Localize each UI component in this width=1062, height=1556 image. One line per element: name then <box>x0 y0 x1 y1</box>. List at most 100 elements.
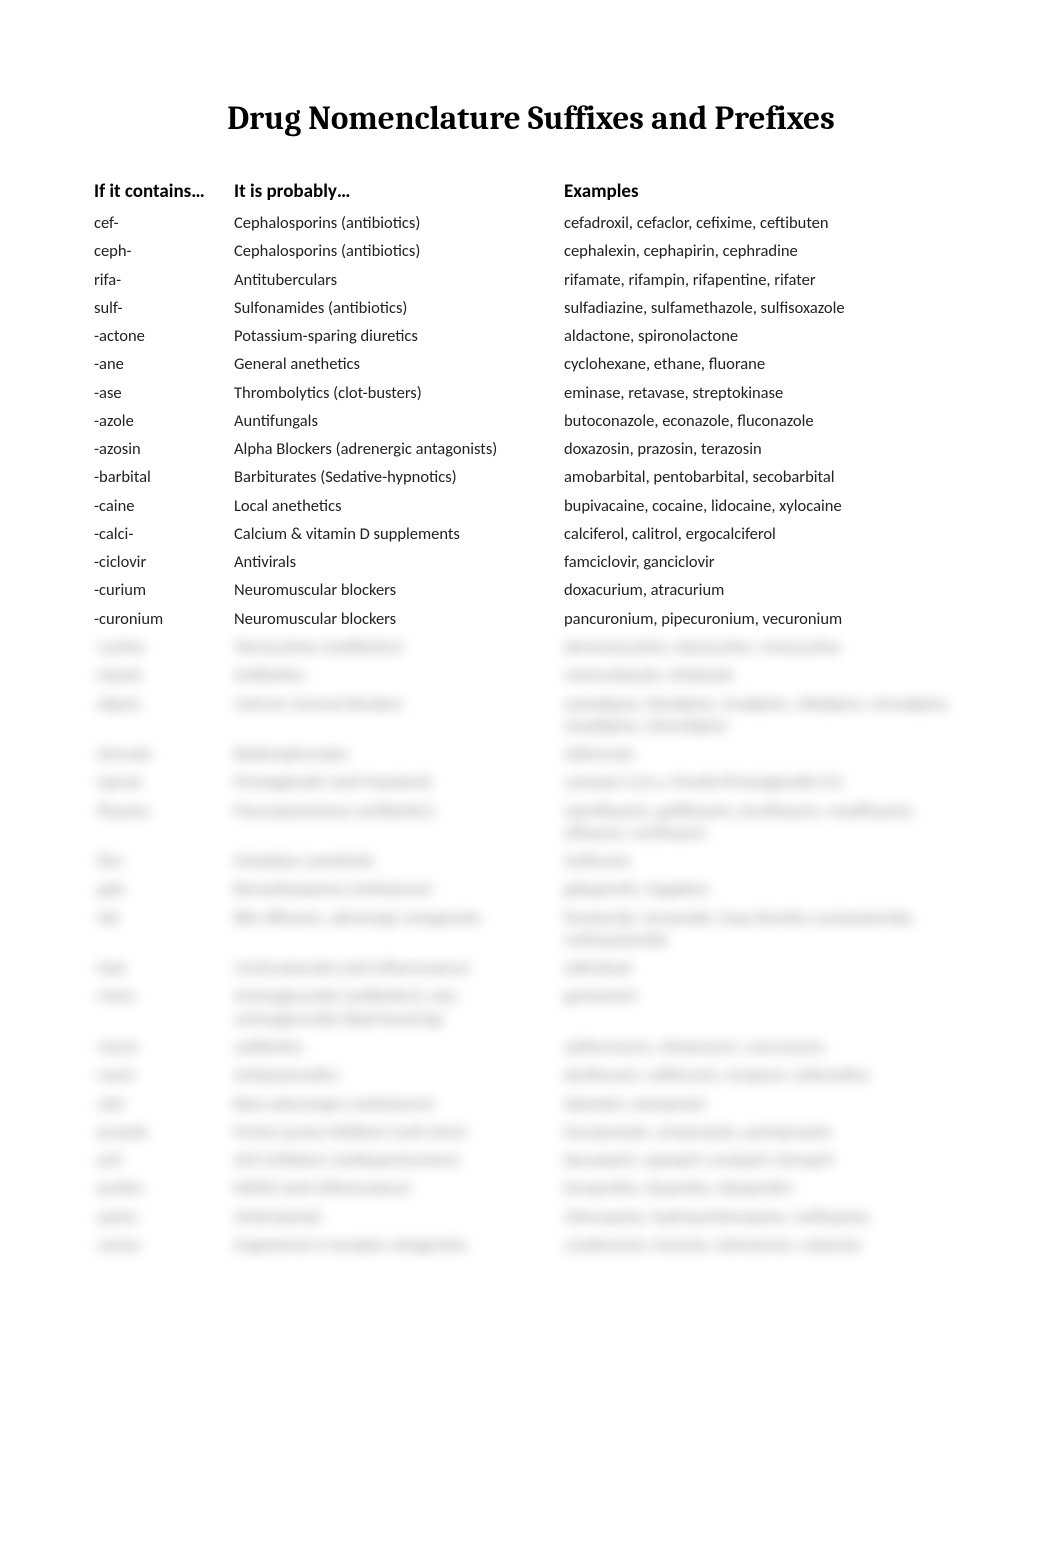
header-examples: Examples <box>560 176 972 209</box>
cell-contains: -sartan <box>90 1231 230 1259</box>
cell-examples: zafirlukast <box>560 954 972 982</box>
cell-contains: -pril <box>90 1146 230 1174</box>
cell-probably: Aminoglycoside (antibiotics); also amino… <box>230 982 560 1033</box>
table-row: -curoniumNeuromuscular blockerspancuroni… <box>90 605 972 633</box>
table-row: -cyclineTetracyclines (antibiotics)demec… <box>90 633 972 661</box>
cell-probably: Neuromuscular blockers <box>230 576 560 604</box>
cell-contains: -ciclovir <box>90 548 230 576</box>
cell-contains: -ilast <box>90 954 230 982</box>
table-row: -floxacinFluoroquinolones (antibiotics)c… <box>90 797 972 848</box>
cell-probably: Antibiotics <box>230 661 560 689</box>
cell-probably: Calcium & vitamin D supplements <box>230 520 560 548</box>
cell-examples: doxacurium, atracurium <box>560 576 972 604</box>
cell-probably: Tetracyclines (antibiotics) <box>230 633 560 661</box>
cell-examples: labetalol, metoprolol <box>560 1090 972 1118</box>
table-row: -ideBile effluents, adrenergic antagonis… <box>90 904 972 955</box>
cell-contains: -olol <box>90 1090 230 1118</box>
cell-probably: Corticosteroids (anti-inflammatory) <box>230 954 560 982</box>
cell-examples: azithromycin, clindamycin, vancomycin <box>560 1033 972 1061</box>
cell-examples: cyclohexane, ethane, fluorane <box>560 350 972 378</box>
cell-probably: Bisphosphonates <box>230 740 560 768</box>
table-row: -flur-Inhalation anestheticisoflurane <box>90 847 972 875</box>
header-contains: If it contains… <box>90 176 230 209</box>
cell-probably: Thrombolytics (clot-busters) <box>230 379 560 407</box>
cell-contains: -actone <box>90 322 230 350</box>
cell-examples: lansoprazole, omeprazole, pantoprazole <box>560 1118 972 1146</box>
cell-probably: Prostaglandin (anti-impotent) <box>230 768 560 796</box>
table-row: -sartanAngiotensin II receptor antagonis… <box>90 1231 972 1259</box>
cell-examples: gabapentin, tiagabine <box>560 875 972 903</box>
cell-probably: Auntifungals <box>230 407 560 435</box>
cell-examples: finasteride, terazoside, loop diuretics … <box>560 904 972 955</box>
cell-contains: -mycin <box>90 1033 230 1061</box>
cell-contains: -ide <box>90 904 230 955</box>
cell-contains: -micin <box>90 982 230 1033</box>
cell-examples: darifenacin, solifenacin, trospium, tolt… <box>560 1061 972 1089</box>
cell-examples: bupivacaine, cocaine, lidocaine, xylocai… <box>560 492 972 520</box>
cell-contains: -curonium <box>90 605 230 633</box>
cell-probably: Antispasmodics <box>230 1061 560 1089</box>
cell-probably: antibiotics <box>230 1033 560 1061</box>
cell-examples: sulfadiazine, sulfamethazole, sulfisoxaz… <box>560 294 972 322</box>
table-row: -dronateBisphosphonatesetidronate <box>90 740 972 768</box>
cell-examples: benazepril, captopril, enalapril, lisino… <box>560 1146 972 1174</box>
page-title: Drug Nomenclature Suffixes and Prefixes <box>90 100 972 138</box>
table-row: -gab-Benzodiazepines (antiseizure)gabape… <box>90 875 972 903</box>
table-row: -calci-Calcium & vitamin D supplementsca… <box>90 520 972 548</box>
table-row: -curiumNeuromuscular blockersdoxacurium,… <box>90 576 972 604</box>
cell-probably: Angiotensin II receptor antagonists <box>230 1231 560 1259</box>
cell-probably: Antivirals <box>230 548 560 576</box>
table-row: sulf-Sulfonamides (antibiotics)sulfadiaz… <box>90 294 972 322</box>
cell-probably: Sulfonamides (antibiotics) <box>230 294 560 322</box>
table-row: -aneGeneral anetheticscyclohexane, ethan… <box>90 350 972 378</box>
cell-contains: -barbital <box>90 463 230 491</box>
table-row: -aseThrombolytics (clot-busters)eminase,… <box>90 379 972 407</box>
cell-examples: chloroquine, hydroxychloroquine, mefloqu… <box>560 1203 972 1231</box>
cell-examples: pancuronium, pipecuronium, vecuronium <box>560 605 972 633</box>
header-probably: It is probably… <box>230 176 560 209</box>
cell-probably: Cephalosporins (antibiotics) <box>230 209 560 237</box>
table-row: -dazoleAntibioticsmetronidazole, tinidaz… <box>90 661 972 689</box>
table-row: -profenNSAID (anti-inflammatory)fenoprof… <box>90 1174 972 1202</box>
cell-examples: eminase, retavase, streptokinase <box>560 379 972 407</box>
cell-contains: -dipine <box>90 690 230 741</box>
cell-contains: -ane <box>90 350 230 378</box>
cell-contains: -caine <box>90 492 230 520</box>
cell-contains: -eprost <box>90 768 230 796</box>
cell-examples: calciferol, calitrol, ergocalciferol <box>560 520 972 548</box>
table-row: -eprostProstaglandin (anti-impotent)cave… <box>90 768 972 796</box>
cell-contains: -flur- <box>90 847 230 875</box>
table-row: ceph-Cephalosporins (antibiotics)cephale… <box>90 237 972 265</box>
cell-examples: famciclovir, ganciclovir <box>560 548 972 576</box>
table-row: -ilastCorticosteroids (anti-inflammatory… <box>90 954 972 982</box>
cell-contains: -dazole <box>90 661 230 689</box>
cell-contains: -nacin <box>90 1061 230 1089</box>
cell-contains: -calci- <box>90 520 230 548</box>
cell-examples: doxazosin, prazosin, terazosin <box>560 435 972 463</box>
table-row: -azosinAlpha Blockers (adrenergic antago… <box>90 435 972 463</box>
table-row: -ciclovirAntiviralsfamciclovir, ganciclo… <box>90 548 972 576</box>
cell-probably: Bile effluents, adrenergic antagonists <box>230 904 560 955</box>
table-row: rifa-Antitubercularsrifamate, rifampin, … <box>90 266 972 294</box>
cell-probably: ACE inhibitors (antihypertensives) <box>230 1146 560 1174</box>
table-row: -actonePotassium-sparing diureticsaldact… <box>90 322 972 350</box>
table-header-row: If it contains… It is probably… Examples <box>90 176 972 209</box>
table-row: -nacinAntispasmodicsdarifenacin, solifen… <box>90 1061 972 1089</box>
cell-contains: ceph- <box>90 237 230 265</box>
cell-probably: Alpha Blockers (adrenergic antagonists) <box>230 435 560 463</box>
cell-probably: Cephalosporins (antibiotics) <box>230 237 560 265</box>
cell-examples: fenoprofen, ibuprofen, ketoprofen <box>560 1174 972 1202</box>
table-row: cef-Cephalosporins (antibiotics)cefadrox… <box>90 209 972 237</box>
cell-probably: Potassium-sparing diuretics <box>230 322 560 350</box>
cell-examples: aldactone, spironolactone <box>560 322 972 350</box>
table-row: -caineLocal anetheticsbupivacaine, cocai… <box>90 492 972 520</box>
cell-contains: -cycline <box>90 633 230 661</box>
cell-contains: -curium <box>90 576 230 604</box>
cell-probably: Local anethetics <box>230 492 560 520</box>
cell-examples: rifamate, rifampin, rifapentine, rifater <box>560 266 972 294</box>
cell-examples: gentamicin <box>560 982 972 1033</box>
table-row: -mycinantibioticsazithromycin, clindamyc… <box>90 1033 972 1061</box>
cell-probably: Proton pump inhibitors (anti-ulcer) <box>230 1118 560 1146</box>
cell-probably: Barbiturates (Sedative-hypnotics) <box>230 463 560 491</box>
table-row: -dipineCalcium channel blockersamlodipin… <box>90 690 972 741</box>
